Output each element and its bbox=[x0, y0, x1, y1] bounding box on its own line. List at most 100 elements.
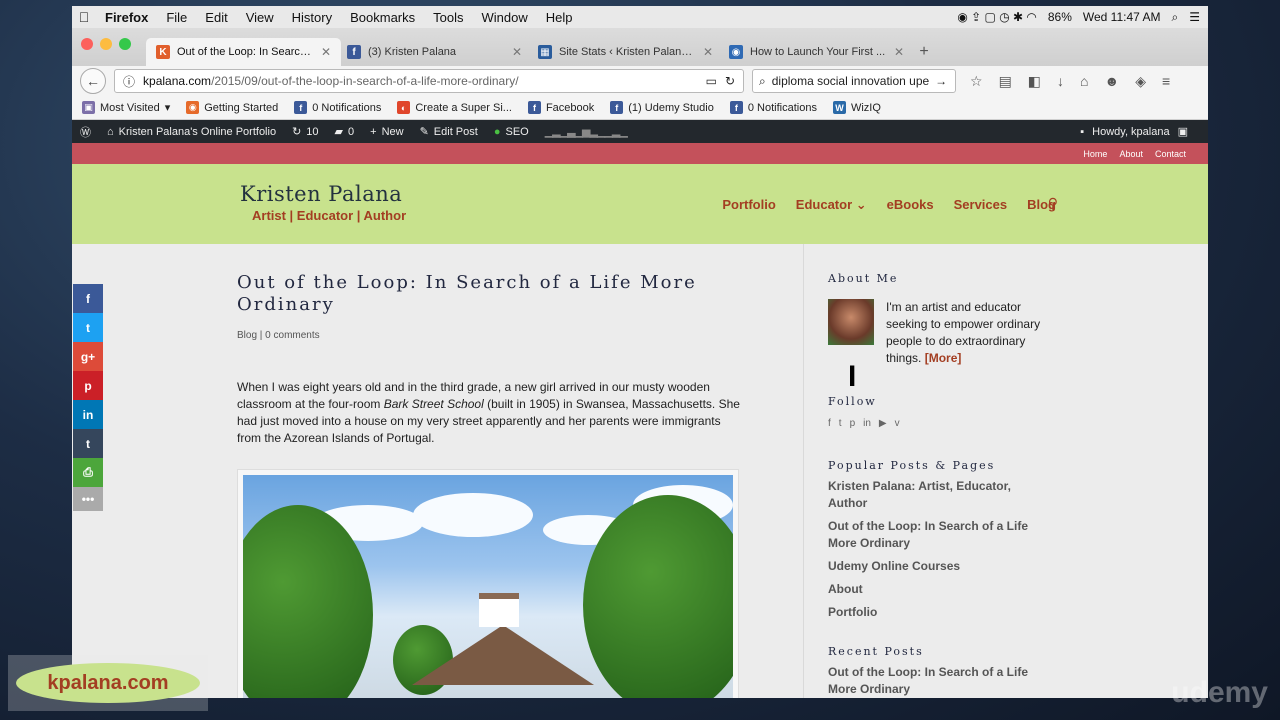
tab-site-stats[interactable]: ▦ Site Stats ‹ Kristen Palana'... ✕ bbox=[528, 38, 723, 66]
menu-history[interactable]: History bbox=[283, 10, 341, 25]
menu-icon[interactable]: ≡ bbox=[1162, 73, 1170, 90]
share-facebook-icon[interactable]: f bbox=[73, 284, 103, 313]
nav-services[interactable]: Services bbox=[954, 197, 1008, 213]
wp-edit-post[interactable]: ✎ Edit Post bbox=[420, 125, 478, 139]
wp-updates[interactable]: ↻ 10 bbox=[292, 125, 318, 139]
battery-percent[interactable]: 86% bbox=[1048, 10, 1072, 24]
about-more-link[interactable]: [More] bbox=[925, 351, 962, 365]
share-more-icon[interactable]: ••• bbox=[73, 487, 103, 511]
menu-view[interactable]: View bbox=[237, 10, 283, 25]
bookmark-most-visited[interactable]: ▣ Most Visited ▾ bbox=[82, 101, 170, 114]
pinterest-icon[interactable]: p bbox=[850, 418, 856, 429]
chat-icon[interactable]: ☻ bbox=[1105, 73, 1120, 90]
popular-post-link[interactable]: Udemy Online Courses bbox=[828, 558, 1028, 575]
post-meta[interactable]: Blog | 0 comments bbox=[237, 330, 747, 341]
pocket-icon[interactable]: ◧ bbox=[1028, 73, 1041, 90]
layers-icon[interactable]: ◈ bbox=[1135, 73, 1146, 90]
youtube-icon[interactable]: ▶ bbox=[879, 418, 887, 429]
facebook-icon: f bbox=[527, 101, 541, 114]
site-logo[interactable]: Kristen Palana Artist | Educator | Autho… bbox=[240, 182, 406, 223]
close-tab-icon[interactable]: ✕ bbox=[703, 45, 713, 59]
vimeo-icon[interactable]: v bbox=[895, 418, 900, 429]
facebook-icon[interactable]: f bbox=[828, 418, 831, 429]
clock[interactable]: Wed 11:47 AM bbox=[1083, 10, 1161, 24]
wp-site-link[interactable]: ⌂ Kristen Palana's Online Portfolio bbox=[107, 126, 276, 138]
notifications-icon[interactable]: ▪ bbox=[1080, 126, 1084, 138]
search-go-icon[interactable]: → bbox=[935, 74, 947, 88]
bookmark-udemy-studio[interactable]: f (1) Udemy Studio bbox=[610, 101, 714, 114]
linkedin-icon[interactable]: in bbox=[863, 418, 871, 429]
search-bar[interactable]: ⌕ diploma social innovation upe → bbox=[752, 69, 956, 93]
reload-icon[interactable]: ↻ bbox=[725, 74, 735, 88]
share-pinterest-icon[interactable]: p bbox=[73, 371, 103, 400]
wp-seo[interactable]: ● SEO bbox=[494, 126, 529, 138]
text-cursor-icon: I bbox=[848, 360, 857, 393]
top-link-about[interactable]: About bbox=[1119, 149, 1143, 159]
bookmark-notifications[interactable]: f0 Notifications bbox=[294, 101, 381, 114]
popular-post-link[interactable]: Kristen Palana: Artist, Educator, Author bbox=[828, 478, 1028, 512]
popular-post-link[interactable]: About bbox=[828, 581, 1028, 598]
nav-ebooks[interactable]: eBooks bbox=[887, 197, 934, 213]
menu-help[interactable]: Help bbox=[537, 10, 582, 25]
recent-post-link[interactable]: Out of the Loop: In Search of a Life Mor… bbox=[828, 664, 1028, 698]
school-name: Bark Street School bbox=[383, 397, 484, 411]
menu-edit[interactable]: Edit bbox=[196, 10, 236, 25]
new-tab-button[interactable]: + bbox=[910, 38, 938, 66]
site-info-icon[interactable]: ⓘ bbox=[123, 73, 135, 90]
user-avatar-icon[interactable]: ▣ bbox=[1178, 125, 1188, 138]
top-link-home[interactable]: Home bbox=[1083, 149, 1107, 159]
bookmark-facebook[interactable]: f Facebook bbox=[527, 101, 594, 114]
close-tab-icon[interactable]: ✕ bbox=[321, 45, 331, 59]
site-search-icon[interactable]: ⚲ bbox=[1048, 195, 1058, 212]
bookmark-notifications-2[interactable]: f0 Notifications bbox=[729, 101, 817, 114]
wordpress-icon[interactable]: Ⓦ bbox=[80, 124, 91, 140]
howdy-user[interactable]: Howdy, kpalana bbox=[1092, 126, 1169, 138]
close-window-button[interactable] bbox=[81, 38, 93, 50]
close-tab-icon[interactable]: ✕ bbox=[894, 45, 904, 59]
bookmark-star-icon[interactable]: ☆ bbox=[970, 73, 983, 90]
tab-out-of-the-loop[interactable]: K Out of the Loop: In Search... ✕ bbox=[146, 38, 341, 66]
share-linkedin-icon[interactable]: in bbox=[73, 400, 103, 429]
nav-portfolio[interactable]: Portfolio bbox=[722, 197, 775, 213]
nav-educator[interactable]: Educator ⌄ bbox=[796, 197, 867, 213]
popular-post-link[interactable]: Out of the Loop: In Search of a Life Mor… bbox=[828, 518, 1028, 552]
menu-bookmarks[interactable]: Bookmarks bbox=[341, 10, 424, 25]
bookmark-wiziq[interactable]: W WizIQ bbox=[832, 101, 881, 114]
share-tumblr-icon[interactable]: t bbox=[73, 429, 103, 458]
firefox-icon: ◉ bbox=[186, 101, 200, 114]
wp-comments[interactable]: ▰ 0 bbox=[334, 125, 355, 139]
apple-icon[interactable]:  bbox=[72, 9, 96, 25]
bookmark-getting-started[interactable]: ◉ Getting Started bbox=[186, 101, 278, 114]
top-link-contact[interactable]: Contact bbox=[1155, 149, 1186, 159]
minimize-window-button[interactable] bbox=[100, 38, 112, 50]
search-input[interactable]: diploma social innovation upe bbox=[772, 74, 929, 88]
comment-icon: ▰ bbox=[334, 126, 343, 138]
menu-file[interactable]: File bbox=[157, 10, 196, 25]
site-name: Kristen Palana bbox=[240, 182, 403, 206]
menu-window[interactable]: Window bbox=[473, 10, 537, 25]
spotlight-icon[interactable]: ⌕ bbox=[1172, 10, 1179, 25]
tab-how-to-launch[interactable]: ◉ How to Launch Your First ... ✕ bbox=[719, 38, 914, 66]
zoom-window-button[interactable] bbox=[119, 38, 131, 50]
status-icons[interactable]: ◉ ⇪ ▢ ◷ ✱ ◠ bbox=[957, 10, 1037, 24]
notification-center-icon[interactable]: ☰ bbox=[1189, 10, 1200, 24]
reader-view-icon[interactable]: ▭ bbox=[706, 74, 717, 88]
menu-tools[interactable]: Tools bbox=[424, 10, 472, 25]
reading-list-icon[interactable]: ▤ bbox=[999, 73, 1012, 90]
author-photo[interactable] bbox=[828, 299, 874, 345]
tab-facebook[interactable]: f (3) Kristen Palana ✕ bbox=[337, 38, 532, 66]
bookmark-create-super-site[interactable]: ◐ Create a Super Si... bbox=[397, 101, 512, 114]
share-googleplus-icon[interactable]: g+ bbox=[73, 342, 103, 371]
stats-sparkline-icon[interactable]: ▁▂▁▃▁▅▂▁▁▂▁ bbox=[545, 125, 628, 138]
wp-new[interactable]: + New bbox=[370, 126, 403, 138]
close-tab-icon[interactable]: ✕ bbox=[512, 45, 522, 59]
share-twitter-icon[interactable]: t bbox=[73, 313, 103, 342]
back-button[interactable]: ← bbox=[80, 68, 106, 94]
twitter-icon[interactable]: t bbox=[839, 418, 842, 429]
popular-post-link[interactable]: Portfolio bbox=[828, 604, 1028, 621]
downloads-icon[interactable]: ↓ bbox=[1057, 73, 1064, 90]
share-print-icon[interactable]: ⎙ bbox=[73, 458, 103, 487]
menu-firefox[interactable]: Firefox bbox=[96, 10, 157, 25]
home-icon[interactable]: ⌂ bbox=[1080, 73, 1088, 90]
url-bar[interactable]: ⓘ kpalana.com/2015/09/out-of-the-loop-in… bbox=[114, 69, 744, 93]
